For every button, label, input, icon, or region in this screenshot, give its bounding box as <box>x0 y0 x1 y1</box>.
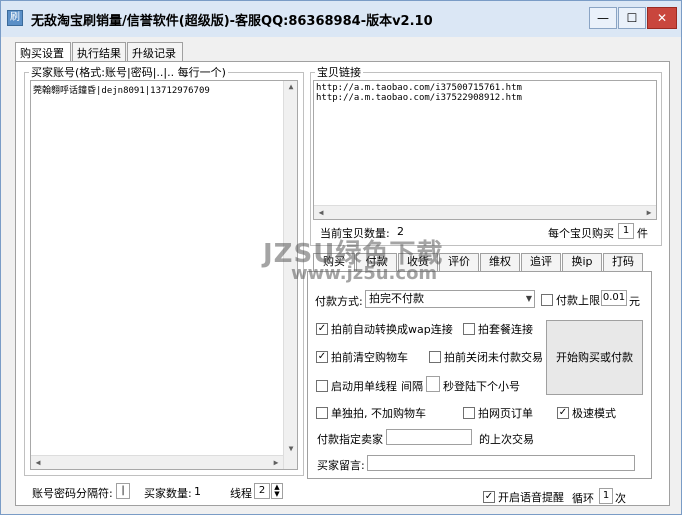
last-trade-label: 的上次交易 <box>479 433 534 446</box>
loop-unit: 次 <box>615 492 626 505</box>
threads-stepper-icon[interactable]: ▲ ▼ <box>271 483 283 499</box>
buyer-count-label: 买家数量: <box>144 487 192 500</box>
watermark: JZSU绿色下载 www.jz5u.com <box>263 233 443 284</box>
buy-each-input[interactable]: 1 <box>618 223 634 239</box>
buy-each-unit: 件 <box>637 227 648 240</box>
interval-label: 间隔 <box>401 380 423 393</box>
pay-method-select[interactable]: 拍完不付款 ▼ <box>365 290 535 308</box>
threads-label: 线程 <box>230 487 252 500</box>
close-button[interactable]: ✕ <box>647 7 677 29</box>
fast-mode-label: 极速模式 <box>572 407 616 420</box>
horizontal-scrollbar[interactable]: ◀ ▶ <box>314 205 656 219</box>
fast-mode-checkbox[interactable]: ✓ 极速模式 <box>557 405 616 421</box>
start-button[interactable]: 开始购买或付款 <box>546 320 643 395</box>
account-line: 莞翰翱呼话鐘昏|dejn8091|13712976709 <box>33 86 210 96</box>
seller-input[interactable] <box>386 429 472 445</box>
no-cart-checkbox[interactable]: 单独拍, 不加购物车 <box>316 405 426 421</box>
message-label: 买家留言: <box>317 459 365 472</box>
scroll-left-icon[interactable]: ◀ <box>314 208 328 217</box>
scroll-up-icon[interactable]: ▲ <box>284 82 297 91</box>
separator-input[interactable]: | <box>116 483 130 499</box>
checkbox-box <box>463 323 475 335</box>
voice-checkbox[interactable]: ✓ 开启语音提醒 <box>483 489 564 505</box>
link-line: http://a.m.taobao.com/i37522908912.htm <box>316 93 522 103</box>
package-link-checkbox[interactable]: 拍套餐连接 <box>463 321 533 337</box>
app-icon: 刷 <box>7 10 23 26</box>
tab-upgrade-log[interactable]: 升级记录 <box>127 42 183 62</box>
pay-method-value: 拍完不付款 <box>369 292 424 305</box>
tab-review[interactable]: 评价 <box>439 253 479 271</box>
chevron-down-icon: ▼ <box>525 294 532 303</box>
checkbox-box <box>541 294 553 306</box>
link-line: http://a.m.taobao.com/i37500715761.htm <box>316 83 522 93</box>
checkbox-box <box>316 380 328 392</box>
seller-label: 付款指定卖家 <box>317 433 383 446</box>
close-unpaid-checkbox[interactable]: 拍前关闭未付款交易 <box>429 349 543 365</box>
pay-limit-unit: 元 <box>629 295 640 308</box>
title-bar[interactable]: 刷 无敌淘宝刷销量/信誉软件(超级版)-客服QQ:86368984-版本v2.1… <box>1 1 681 37</box>
checkbox-box <box>316 407 328 419</box>
clear-cart-label: 拍前清空购物车 <box>331 351 408 364</box>
main-window: 刷 无敌淘宝刷销量/信誉软件(超级版)-客服QQ:86368984-版本v2.1… <box>0 0 682 515</box>
loop-label: 循环 <box>572 492 594 505</box>
pay-limit-checkbox[interactable]: 付款上限 <box>541 292 600 308</box>
scroll-down-icon[interactable]: ▼ <box>284 444 297 453</box>
item-links-legend: 宝贝链接 <box>317 66 361 79</box>
buyer-accounts-legend: 买家账号(格式:账号|密码|..|.. 每行一个) <box>31 66 226 79</box>
single-thread-checkbox[interactable]: 启动用单线程 <box>316 378 397 394</box>
maximize-button[interactable]: ☐ <box>618 7 646 29</box>
checkbox-box: ✓ <box>316 351 328 363</box>
message-input[interactable] <box>367 455 635 471</box>
tab-captcha[interactable]: 打码 <box>603 253 643 271</box>
auto-wap-label: 拍前自动转换成wap连接 <box>331 323 453 336</box>
minimize-button[interactable]: — <box>589 7 617 29</box>
web-order-label: 拍网页订单 <box>478 407 533 420</box>
checkbox-box: ✓ <box>316 323 328 335</box>
tab-follow-review[interactable]: 追评 <box>521 253 561 271</box>
scroll-right-icon[interactable]: ▶ <box>269 458 283 467</box>
separator-label: 账号密码分隔符: <box>32 487 113 500</box>
checkbox-box <box>429 351 441 363</box>
tab-change-ip[interactable]: 换ip <box>562 253 602 271</box>
item-links-textarea[interactable]: http://a.m.taobao.com/i37500715761.htm h… <box>313 80 657 220</box>
pay-limit-input[interactable]: 0.01 <box>601 290 627 306</box>
scroll-left-icon[interactable]: ◀ <box>31 458 45 467</box>
single-thread-label: 启动用单线程 <box>331 380 397 393</box>
watermark-line2: www.jz5u.com <box>291 263 438 284</box>
pay-limit-label: 付款上限 <box>556 294 600 307</box>
buyer-accounts-textarea[interactable]: 莞翰翱呼话鐘昏|dejn8091|13712976709 ▲ ▼ ◀ ▶ <box>30 80 298 470</box>
window-title: 无敌淘宝刷销量/信誉软件(超级版)-客服QQ:86368984-版本v2.10 <box>31 14 433 29</box>
buy-each-label: 每个宝贝购买 <box>548 227 614 240</box>
checkbox-box <box>463 407 475 419</box>
checkbox-box: ✓ <box>557 407 569 419</box>
loop-input[interactable]: 1 <box>599 488 613 504</box>
seconds-label: 秒登陆下个小号 <box>443 380 520 393</box>
tab-results[interactable]: 执行结果 <box>72 42 126 62</box>
tab-purchase-settings[interactable]: 购买设置 <box>15 42 71 63</box>
clear-cart-checkbox[interactable]: ✓ 拍前清空购物车 <box>316 349 408 365</box>
close-unpaid-label: 拍前关闭未付款交易 <box>444 351 543 364</box>
buyer-count-value: 1 <box>194 485 201 498</box>
voice-label: 开启语音提醒 <box>498 491 564 504</box>
scroll-right-icon[interactable]: ▶ <box>642 208 656 217</box>
checkbox-box: ✓ <box>483 491 495 503</box>
pay-method-label: 付款方式: <box>315 295 363 308</box>
horizontal-scrollbar[interactable]: ◀ ▶ <box>31 455 283 469</box>
no-cart-label: 单独拍, 不加购物车 <box>331 407 426 420</box>
threads-input[interactable]: 2 <box>254 483 270 499</box>
package-link-label: 拍套餐连接 <box>478 323 533 336</box>
tab-dispute[interactable]: 维权 <box>480 253 520 271</box>
web-order-checkbox[interactable]: 拍网页订单 <box>463 405 533 421</box>
interval-input[interactable] <box>426 376 440 392</box>
auto-wap-checkbox[interactable]: ✓ 拍前自动转换成wap连接 <box>316 321 453 337</box>
